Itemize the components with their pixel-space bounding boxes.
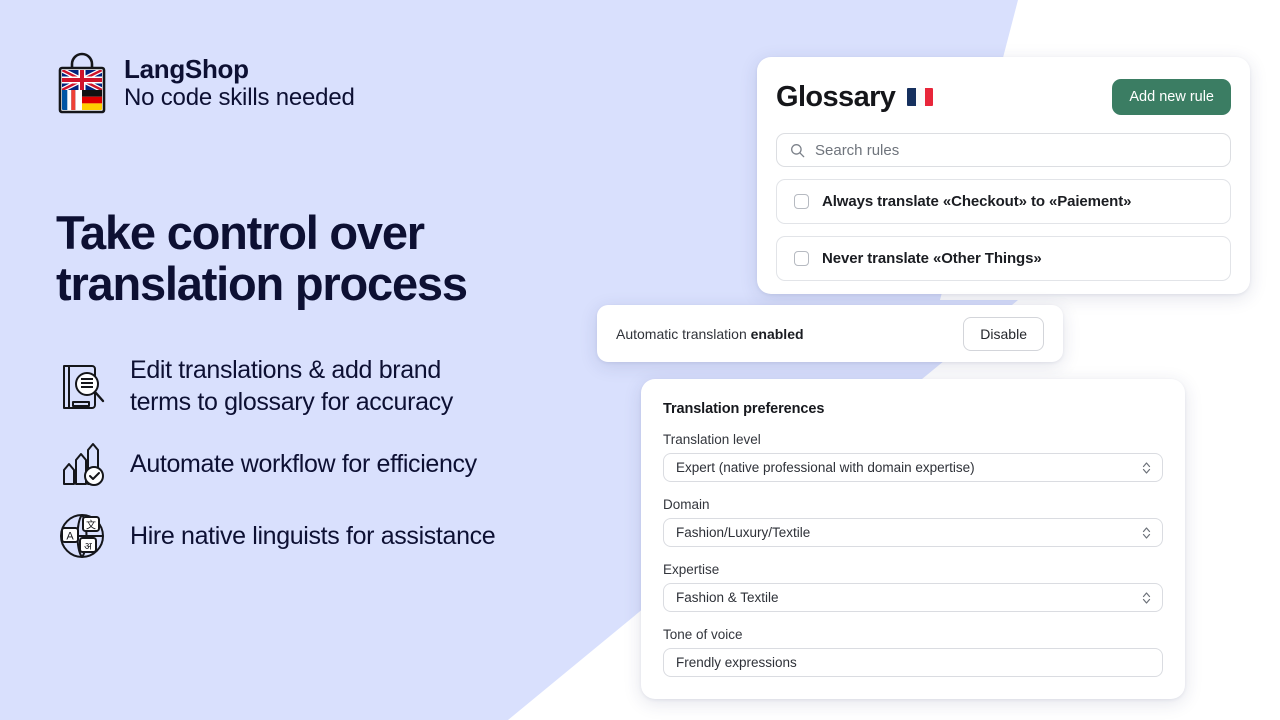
automatic-translation-bar: Automatic translation enabled Disable [597,305,1063,362]
rule-label: Always translate «Checkout» to «Paiement… [822,193,1132,210]
hero-left-column: LangShop No code skills needed Take cont… [56,0,676,562]
svg-text:文: 文 [86,518,96,531]
feature-label: Automate workflow for efficiency [130,449,477,478]
translation-level-select[interactable]: Expert (native professional with domain … [663,453,1163,482]
glossary-title-group: Glossary [776,80,934,114]
headline-line-1: Take control over [56,206,425,259]
svg-text:अ: अ [84,541,92,552]
growth-arrows-check-icon [63,442,104,486]
glossary-card: Glossary Add new rule Always translate «… [757,57,1250,294]
preference-field-expertise: Expertise Fashion & Textile [663,562,1163,612]
translation-preferences-card: Translation preferences Translation leve… [641,379,1185,699]
select-value: Fashion & Textile [676,590,779,605]
glossary-rule-row[interactable]: Always translate «Checkout» to «Paiement… [776,179,1231,224]
field-label: Expertise [663,562,720,577]
disable-button[interactable]: Disable [963,316,1044,351]
select-value: Fashion/Luxury/Textile [676,525,811,540]
add-new-rule-button[interactable]: Add new rule [1112,79,1231,115]
expertise-select[interactable]: Fashion & Textile [663,583,1163,612]
preference-field-domain: Domain Fashion/Luxury/Textile [663,497,1163,547]
rule-checkbox[interactable] [794,251,809,266]
feature-item: Automate workflow for efficiency [56,438,676,490]
feature-label: Hire native linguists for assistance [130,521,496,550]
shopping-bag-flags-icon [58,52,106,114]
field-label: Tone of voice [663,627,743,642]
flag-france-icon [907,88,934,106]
glossary-title: Glossary [776,80,896,113]
search-input[interactable] [815,141,1217,159]
search-icon [791,143,805,157]
search-rules-box[interactable] [776,133,1231,167]
chevron-updown-icon [1142,526,1151,539]
automatic-translation-label: Automatic translation [616,325,747,342]
globe-translate-icon: A 文 अ [60,513,104,558]
feature-item: Edit translations & add brand terms to g… [56,354,676,418]
book-magnifier-icon [63,364,105,409]
feature-label: Edit translations & add brand terms to g… [130,354,453,418]
svg-text:A: A [66,530,74,542]
brand-logo: LangShop No code skills needed [56,50,676,116]
input-value: Frendly expressions [676,655,797,670]
field-label: Translation level [663,432,761,447]
feature-list: Edit translations & add brand terms to g… [56,354,676,562]
feature-label-line-2: terms to glossary for accuracy [130,387,453,416]
page-title: Take control over translation process [56,206,676,310]
chevron-updown-icon [1142,591,1151,604]
preference-field-translation-level: Translation level Expert (native profess… [663,432,1163,482]
feature-item: A 文 अ Hire native linguists for assistan… [56,510,676,562]
preference-field-tone-of-voice: Tone of voice Frendly expressions [663,627,1163,677]
automatic-translation-status: Automatic translation enabled [616,326,804,342]
chevron-updown-icon [1142,461,1151,474]
rule-label: Never translate «Other Things» [822,250,1042,267]
glossary-rule-row[interactable]: Never translate «Other Things» [776,236,1231,281]
feature-label-line-1: Edit translations & add brand [130,355,441,384]
preferences-title: Translation preferences [663,401,825,417]
domain-select[interactable]: Fashion/Luxury/Textile [663,518,1163,547]
tone-of-voice-input[interactable]: Frendly expressions [663,648,1163,677]
rule-checkbox[interactable] [794,194,809,209]
field-label: Domain [663,497,710,512]
brand-tagline: No code skills needed [124,84,355,112]
headline-line-2: translation process [56,256,468,310]
select-value: Expert (native professional with domain … [676,460,975,475]
glossary-header: Glossary Add new rule [776,79,1231,115]
automatic-translation-state: enabled [750,325,804,342]
brand-name: LangShop [124,54,249,84]
